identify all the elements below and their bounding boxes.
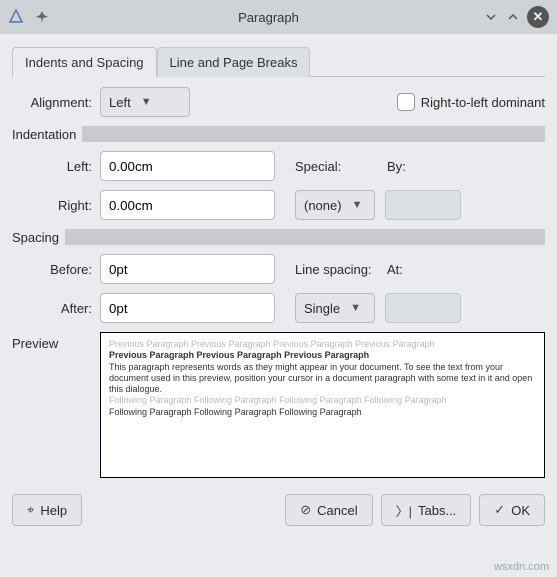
line-spacing-combo[interactable]: Single ▼ <box>295 293 375 323</box>
after-label: After: <box>12 301 100 316</box>
footer: ⌖ Help ⊘ Cancel 〉| Tabs... ✓ OK <box>12 494 545 526</box>
checkbox-icon <box>397 93 415 111</box>
line-spacing-label: Line spacing: <box>295 262 387 277</box>
special-label: Special: <box>295 159 367 174</box>
ok-label: OK <box>511 503 530 518</box>
before-input[interactable] <box>100 254 275 284</box>
preview-box: Previous Paragraph Previous Paragraph Pr… <box>100 332 545 478</box>
help-button[interactable]: ⌖ Help <box>12 494 82 526</box>
chevron-down-icon: ▼ <box>350 302 361 314</box>
separator <box>65 229 545 245</box>
before-label: Before: <box>12 262 100 277</box>
alignment-label: Alignment: <box>12 95 100 110</box>
cancel-button[interactable]: ⊘ Cancel <box>285 494 372 526</box>
help-label: Help <box>40 503 67 518</box>
dialog-body: Indents and Spacing Line and Page Breaks… <box>0 34 557 538</box>
at-label: At: <box>387 262 427 277</box>
watermark: wsxdn.com <box>494 561 549 573</box>
indentation-heading: Indentation <box>12 127 82 142</box>
tab-indents-spacing[interactable]: Indents and Spacing <box>12 47 157 77</box>
maximize-icon[interactable] <box>505 9 521 25</box>
tab-line-page-breaks[interactable]: Line and Page Breaks <box>157 47 311 77</box>
tabs-icon: 〉| <box>396 501 412 520</box>
preview-prev-faint: Previous Paragraph Previous Paragraph Pr… <box>109 339 536 350</box>
indent-right-input[interactable] <box>100 190 275 220</box>
tabs-label: Tabs... <box>418 503 456 518</box>
minimize-icon[interactable] <box>483 9 499 25</box>
special-combo[interactable]: (none) ▼ <box>295 190 375 220</box>
alignment-combo[interactable]: Left ▼ <box>100 87 190 117</box>
window-title: Paragraph <box>68 10 469 25</box>
preview-follow-faint: Following Paragraph Following Paragraph … <box>109 395 536 406</box>
chevron-down-icon: ▼ <box>352 199 363 211</box>
indent-right-label: Right: <box>12 198 100 213</box>
special-value: (none) <box>304 198 342 213</box>
by-input-disabled <box>385 190 461 220</box>
indent-left-label: Left: <box>12 159 100 174</box>
preview-body: This paragraph represents words as they … <box>109 362 536 396</box>
rtl-checkbox[interactable]: Right-to-left dominant <box>397 93 545 111</box>
ok-button[interactable]: ✓ OK <box>479 494 545 526</box>
after-input[interactable] <box>100 293 275 323</box>
rtl-label: Right-to-left dominant <box>421 95 545 110</box>
by-label: By: <box>387 159 437 174</box>
titlebar: Paragraph ✕ <box>0 0 557 34</box>
preview-prev-bold: Previous Paragraph Previous Paragraph Pr… <box>109 350 536 361</box>
chevron-down-icon: ▼ <box>141 96 152 108</box>
spacing-heading: Spacing <box>12 230 65 245</box>
tabs-button[interactable]: 〉| Tabs... <box>381 494 472 526</box>
cancel-label: Cancel <box>317 503 357 518</box>
help-icon: ⌖ <box>27 502 34 518</box>
app-logo-icon <box>8 9 24 25</box>
alignment-value: Left <box>109 95 131 110</box>
check-icon: ✓ <box>494 502 505 518</box>
preview-follow-normal: Following Paragraph Following Paragraph … <box>109 407 536 418</box>
line-spacing-value: Single <box>304 301 340 316</box>
tab-bar: Indents and Spacing Line and Page Breaks <box>12 46 545 77</box>
preview-heading: Preview <box>12 332 100 478</box>
separator <box>82 126 545 142</box>
cancel-icon: ⊘ <box>300 502 311 518</box>
at-input-disabled <box>385 293 461 323</box>
indent-left-input[interactable] <box>100 151 275 181</box>
close-icon[interactable]: ✕ <box>527 6 549 28</box>
pin-icon[interactable] <box>34 9 50 25</box>
